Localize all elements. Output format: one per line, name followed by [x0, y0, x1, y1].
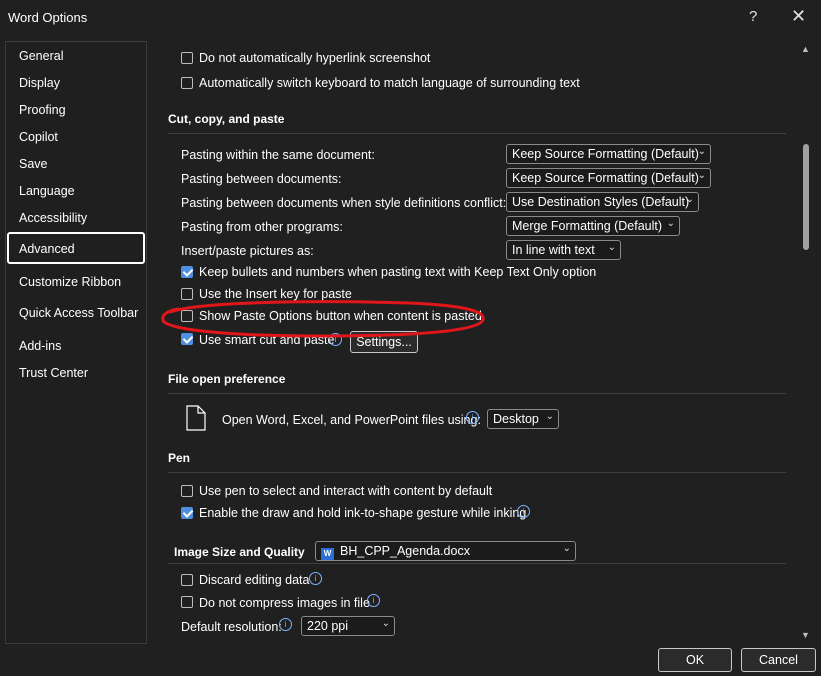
label-open-files-using: Open Word, Excel, and PowerPoint files u… [222, 413, 481, 427]
chevron-down-icon: ⌄ [697, 146, 706, 157]
label-paste-style-conflict: Pasting between documents when style def… [181, 196, 507, 210]
ok-button[interactable]: OK [658, 648, 732, 672]
scrollbar[interactable]: ▲ ▼ [801, 44, 813, 640]
sidebar-item-advanced[interactable]: Advanced [19, 242, 75, 256]
divider [168, 563, 786, 564]
sidebar-item-customize-ribbon[interactable]: Customize Ribbon [19, 275, 121, 289]
scroll-down-icon[interactable]: ▼ [801, 630, 810, 640]
dropdown-value: Keep Source Formatting (Default) [512, 171, 699, 185]
sidebar-item-save[interactable]: Save [19, 157, 48, 171]
dropdown-value: Merge Formatting (Default) [512, 219, 663, 233]
info-icon[interactable]: i [279, 618, 292, 631]
label-insert-pictures: Insert/paste pictures as: [181, 244, 314, 258]
advanced-options-panel: Do not automatically hyperlink screensho… [150, 36, 798, 646]
label-paste-between-docs: Pasting between documents: [181, 172, 342, 186]
divider [168, 393, 786, 394]
highlight-ellipse [161, 300, 485, 338]
info-icon[interactable]: i [309, 572, 322, 585]
label-no-compress: Do not compress images in file [199, 596, 370, 610]
section-file-open: File open preference [168, 372, 286, 386]
sidebar-item-language[interactable]: Language [19, 184, 75, 198]
checkbox-keep-bullets[interactable] [181, 266, 193, 278]
chevron-down-icon: ⌄ [381, 618, 390, 629]
dropdown-paste-style-conflict[interactable]: Use Destination Styles (Default) ⌄ [506, 192, 699, 212]
label-no-hyperlink-screenshot: Do not automatically hyperlink screensho… [199, 51, 431, 65]
scroll-up-icon[interactable]: ▲ [801, 44, 810, 54]
dropdown-value: Use Destination Styles (Default) [512, 195, 690, 209]
label-pen-select: Use pen to select and interact with cont… [199, 484, 493, 498]
chevron-down-icon: ⌄ [685, 194, 694, 205]
section-cut-copy-paste: Cut, copy, and paste [168, 112, 285, 126]
checkbox-no-compress[interactable] [181, 596, 193, 608]
sidebar-item-accessibility[interactable]: Accessibility [19, 211, 87, 225]
divider [168, 472, 786, 473]
window-title: Word Options [8, 10, 88, 25]
label-paste-same-doc: Pasting within the same document: [181, 148, 375, 162]
scrollbar-thumb[interactable] [803, 144, 809, 250]
info-icon[interactable]: i [367, 594, 380, 607]
label-paste-other-programs: Pasting from other programs: [181, 220, 343, 234]
dropdown-open-files-using[interactable]: Desktop ⌄ [487, 409, 559, 429]
dropdown-value: In line with text [512, 243, 595, 257]
label-default-resolution: Default resolution: [181, 620, 282, 634]
dropdown-value: 220 ppi [307, 619, 349, 633]
chevron-down-icon: ⌄ [607, 242, 616, 253]
dropdown-value: Keep Source Formatting (Default) [512, 147, 699, 161]
section-pen: Pen [168, 451, 191, 465]
dropdown-value: Desktop [493, 412, 539, 426]
help-icon[interactable]: ? [749, 8, 757, 25]
checkbox-pen-select[interactable] [181, 485, 193, 497]
close-icon[interactable]: ✕ [791, 6, 806, 27]
dropdown-value: BH_CPP_Agenda.docx [340, 544, 470, 558]
checkbox-no-hyperlink-screenshot[interactable] [181, 52, 193, 64]
chevron-down-icon: ⌄ [666, 218, 675, 229]
checkbox-discard-editing[interactable] [181, 574, 193, 586]
dropdown-insert-pictures[interactable]: In line with text ⌄ [506, 240, 621, 260]
dropdown-default-resolution[interactable]: 220 ppi ⌄ [301, 616, 395, 636]
checkbox-switch-keyboard[interactable] [181, 77, 193, 89]
divider [168, 133, 786, 134]
info-icon[interactable]: i [466, 411, 479, 424]
label-keep-bullets: Keep bullets and numbers when pasting te… [199, 265, 597, 279]
sidebar-item-copilot[interactable]: Copilot [19, 130, 58, 144]
dropdown-paste-other-programs[interactable]: Merge Formatting (Default) ⌄ [506, 216, 680, 236]
sidebar-item-proofing[interactable]: Proofing [19, 103, 66, 117]
document-icon [186, 405, 206, 431]
label-discard-editing: Discard editing data [199, 573, 310, 587]
checkbox-ink-to-shape[interactable] [181, 507, 193, 519]
sidebar-item-add-ins[interactable]: Add-ins [19, 339, 61, 353]
sidebar-item-general[interactable]: General [19, 49, 63, 63]
sidebar-item-trust-center[interactable]: Trust Center [19, 366, 88, 380]
chevron-down-icon: ⌄ [545, 411, 554, 422]
cancel-button[interactable]: Cancel [741, 648, 816, 672]
dropdown-paste-between-docs[interactable]: Keep Source Formatting (Default) ⌄ [506, 168, 711, 188]
dropdown-image-document[interactable]: W BH_CPP_Agenda.docx ⌄ [315, 541, 576, 561]
title-bar: Word Options ? ✕ [0, 0, 821, 36]
sidebar-item-display[interactable]: Display [19, 76, 60, 90]
chevron-down-icon: ⌄ [562, 543, 571, 554]
sidebar-item-quick-access-toolbar[interactable]: Quick Access Toolbar [19, 306, 138, 320]
word-document-icon: W [321, 548, 334, 560]
section-image-size: Image Size and Quality [174, 545, 305, 559]
dropdown-paste-same-doc[interactable]: Keep Source Formatting (Default) ⌄ [506, 144, 711, 164]
info-icon[interactable]: i [517, 505, 530, 518]
label-switch-keyboard: Automatically switch keyboard to match l… [199, 76, 580, 90]
sidebar: General Display Proofing Copilot Save La… [5, 41, 147, 644]
label-ink-to-shape: Enable the draw and hold ink-to-shape ge… [199, 506, 527, 520]
chevron-down-icon: ⌄ [697, 170, 706, 181]
